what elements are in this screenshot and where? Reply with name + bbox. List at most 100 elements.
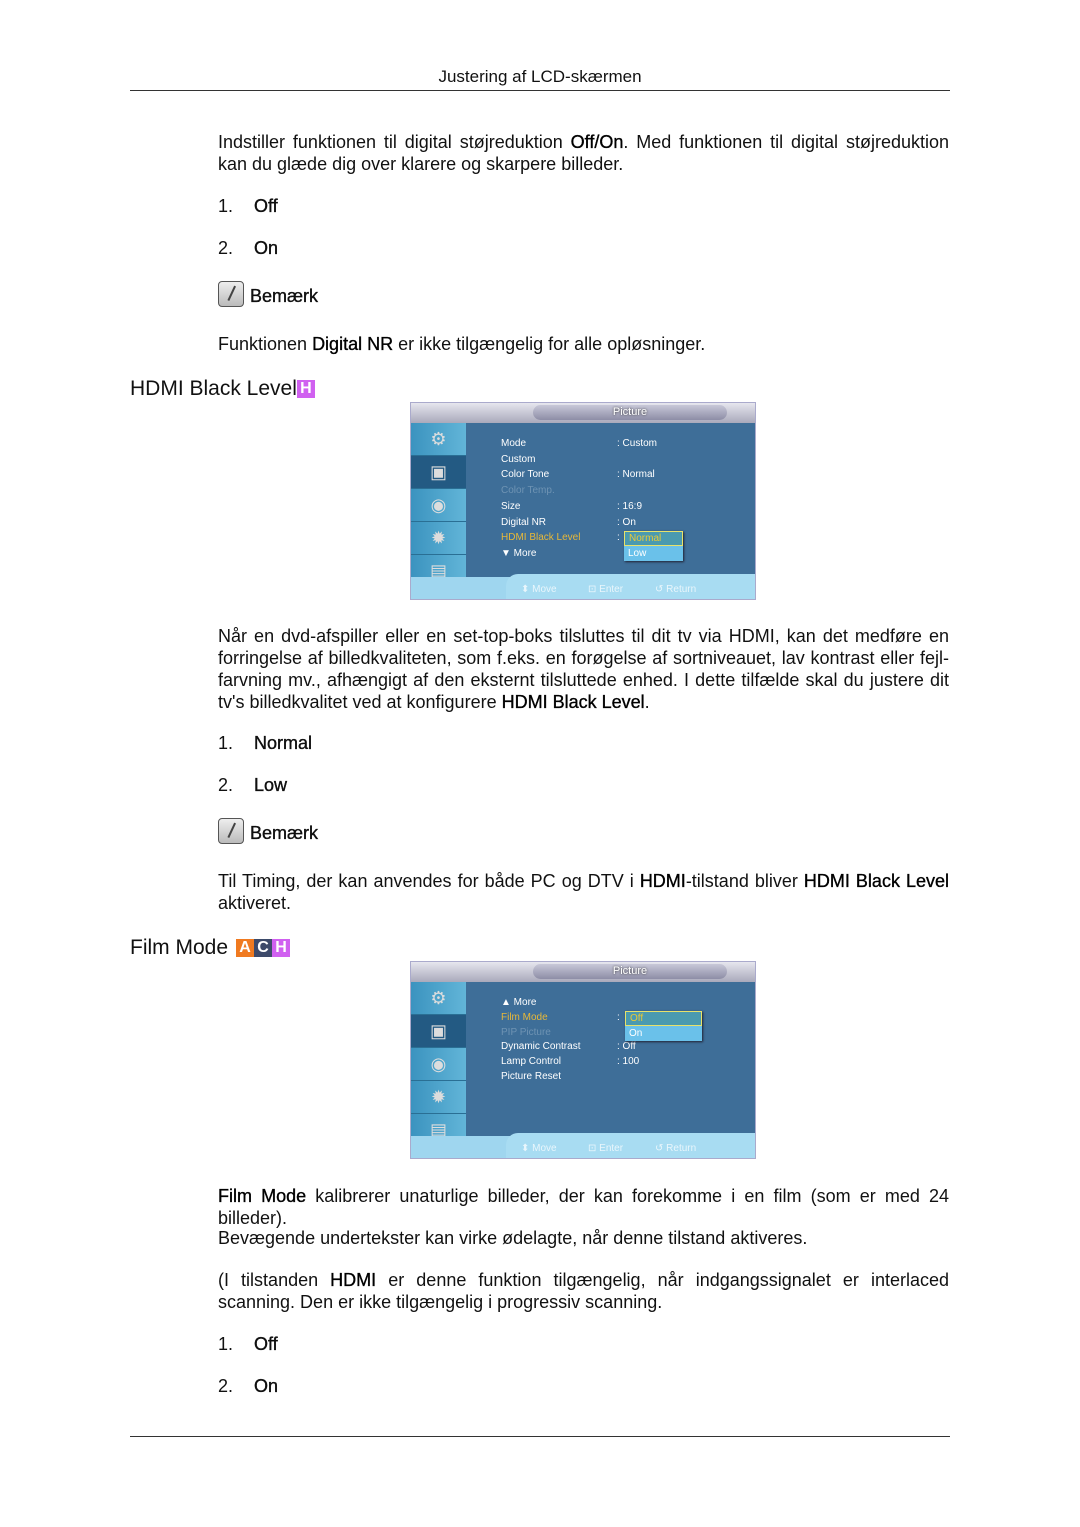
osd-menu-film-mode: Picture ⚙ ▣ ◉ ✹ ▤ ▲ More Film Mode: PIP Picture D… bbox=[410, 961, 756, 1159]
emphasis-text: HDMI Black Level bbox=[803, 871, 949, 891]
text-segment: er ikke tilgængelig for alle opløsninger… bbox=[393, 334, 706, 354]
text-segment: -tilstand bliver bbox=[685, 871, 804, 891]
osd-menu-value: : bbox=[617, 532, 620, 544]
osd-menu-item: Size bbox=[501, 500, 521, 512]
section-heading-hdmi-black-level: HDMI Black Level H bbox=[130, 376, 315, 402]
list-item: 1. Normal bbox=[218, 732, 312, 754]
list-number: 2. bbox=[218, 1376, 234, 1396]
osd-sidebar: ⚙ ▣ ◉ ✹ ▤ bbox=[411, 423, 466, 588]
sound-icon: ◉ bbox=[411, 1048, 466, 1081]
osd-menu-item: ▼ More bbox=[501, 547, 537, 559]
heading-text: HDMI Black Level bbox=[130, 377, 297, 400]
list-value: On bbox=[254, 238, 279, 258]
text-segment: . bbox=[644, 692, 650, 712]
osd-footer-bar: ⬍ Move ⊡ Enter ↺ Return bbox=[411, 1133, 755, 1158]
list-item: 1. Off bbox=[218, 1333, 278, 1355]
osd-dropdown: Normal Low bbox=[624, 531, 683, 562]
osd-menu-value: : 16:9 bbox=[617, 500, 643, 512]
film-p3: (I tilstanden HDMI er denne funktion til… bbox=[218, 1269, 949, 1313]
osd-title-bar: Picture bbox=[411, 403, 755, 423]
text-segment: (I tilstanden bbox=[218, 1270, 331, 1290]
osd-dropdown: Off On bbox=[625, 1010, 702, 1041]
header-divider bbox=[130, 90, 950, 91]
note-heading: Bemærk bbox=[218, 818, 318, 844]
osd-menu-value: : Off bbox=[617, 1041, 636, 1053]
heading-text: Film Mode bbox=[130, 936, 229, 959]
osd-enter-hint: ⊡ Enter bbox=[588, 584, 624, 595]
list-number: 1. bbox=[218, 733, 234, 753]
mode-badge-h: H bbox=[272, 939, 291, 957]
mode-badge-a: A bbox=[236, 939, 255, 957]
picture-icon: ▣ bbox=[411, 1015, 466, 1048]
emphasis-text: Digital NR bbox=[312, 334, 394, 354]
note-pencil-icon bbox=[218, 818, 244, 844]
digital-nr-note: Funktionen Digital NR er ikke tilgængeli… bbox=[218, 333, 949, 355]
list-item: 2. On bbox=[218, 1375, 278, 1397]
osd-move-hint: ⬍ Move bbox=[521, 584, 557, 595]
osd-dropdown-option: Low bbox=[628, 548, 647, 560]
mode-badge-c: C bbox=[254, 939, 273, 957]
osd-title: Picture bbox=[533, 964, 727, 979]
section-heading-film-mode: Film Mode A C H bbox=[130, 935, 291, 961]
osd-menu-item: HDMI Black Level bbox=[501, 532, 581, 544]
film-p2: Bevægende undertekster kan virke ødelagt… bbox=[218, 1227, 949, 1249]
digital-nr-intro: Indstiller funktionen til digital støjre… bbox=[218, 131, 949, 175]
osd-menu-item: Color Tone bbox=[501, 469, 550, 481]
page-header: Justering af LCD-skærmen bbox=[438, 67, 642, 86]
osd-menu-item: ▲ More bbox=[501, 997, 537, 1008]
text-segment: Indstiller funktionen til digital støjre… bbox=[218, 132, 571, 152]
note-label: Bemærk bbox=[250, 286, 319, 306]
osd-enter-hint: ⊡ Enter bbox=[588, 1143, 624, 1154]
text-segment: aktiveret. bbox=[218, 893, 292, 913]
list-item: 1. Off bbox=[218, 195, 278, 217]
osd-title: Picture bbox=[533, 405, 727, 420]
emphasis-text: Film Mode bbox=[218, 1186, 307, 1206]
emphasis-text: HDMI bbox=[639, 871, 686, 891]
note-pencil-icon bbox=[218, 281, 244, 307]
list-number: 1. bbox=[218, 196, 234, 216]
setup-icon: ✹ bbox=[411, 522, 466, 555]
footer-divider bbox=[130, 1436, 950, 1437]
text-segment: Til Timing, der kan anvendes for både PC… bbox=[218, 871, 640, 891]
setup-icon: ✹ bbox=[411, 1081, 466, 1114]
osd-menu-value: : Custom bbox=[617, 438, 658, 449]
osd-menu-item: Lamp Control bbox=[501, 1056, 562, 1068]
osd-dropdown-option: On bbox=[629, 1027, 643, 1039]
osd-sidebar: ⚙ ▣ ◉ ✹ ▤ bbox=[411, 982, 466, 1147]
hdmi-body: Når en dvd-afspiller eller en set-top-bo… bbox=[218, 625, 949, 713]
sound-icon: ◉ bbox=[411, 489, 466, 522]
input-icon: ⚙ bbox=[411, 423, 466, 456]
osd-menu-item: PIP Picture bbox=[501, 1026, 551, 1038]
list-value: Off bbox=[254, 196, 278, 216]
osd-menu-item: Mode bbox=[501, 438, 527, 449]
osd-menu-item: Dynamic Contrast bbox=[501, 1041, 581, 1053]
list-item: 2. On bbox=[218, 237, 278, 259]
osd-menu-value: : On bbox=[617, 516, 636, 528]
osd-menu-value: : bbox=[617, 1011, 620, 1023]
list-number: 2. bbox=[218, 238, 234, 258]
list-number: 2. bbox=[218, 775, 234, 795]
picture-icon: ▣ bbox=[411, 456, 466, 489]
emphasis-text: Off/On bbox=[570, 132, 624, 152]
osd-menu-hdmi: Picture ⚙ ▣ ◉ ✹ ▤ Mode : Custom Custom Color Tone… bbox=[410, 402, 756, 600]
osd-move-hint: ⬍ Move bbox=[521, 1143, 557, 1154]
list-value: Low bbox=[254, 775, 288, 795]
osd-return-hint: ↺ Return bbox=[655, 1143, 697, 1154]
list-item: 2. Low bbox=[218, 774, 287, 796]
emphasis-text: HDMI Black Level bbox=[501, 692, 645, 712]
osd-menu-value: : Normal bbox=[617, 469, 655, 481]
hdmi-note: Til Timing, der kan anvendes for både PC… bbox=[218, 870, 949, 914]
osd-footer-bar: ⬍ Move ⊡ Enter ↺ Return bbox=[411, 574, 755, 599]
list-value: On bbox=[254, 1376, 279, 1396]
osd-menu-item: Picture Reset bbox=[501, 1071, 562, 1082]
osd-return-hint: ↺ Return bbox=[655, 584, 697, 595]
text-segment: Funktionen bbox=[218, 334, 313, 354]
list-value: Off bbox=[254, 1334, 278, 1354]
list-value: Normal bbox=[254, 733, 313, 753]
note-heading: Bemærk bbox=[218, 281, 318, 307]
text-segment: kalibrerer unaturlige billeder, der kan … bbox=[218, 1186, 949, 1228]
emphasis-text: HDMI bbox=[330, 1270, 377, 1290]
osd-menu-item: Digital NR bbox=[501, 516, 547, 528]
osd-menu-item: Custom bbox=[501, 453, 536, 465]
film-p1: Film Mode kalibrerer unaturlige billeder… bbox=[218, 1185, 949, 1229]
